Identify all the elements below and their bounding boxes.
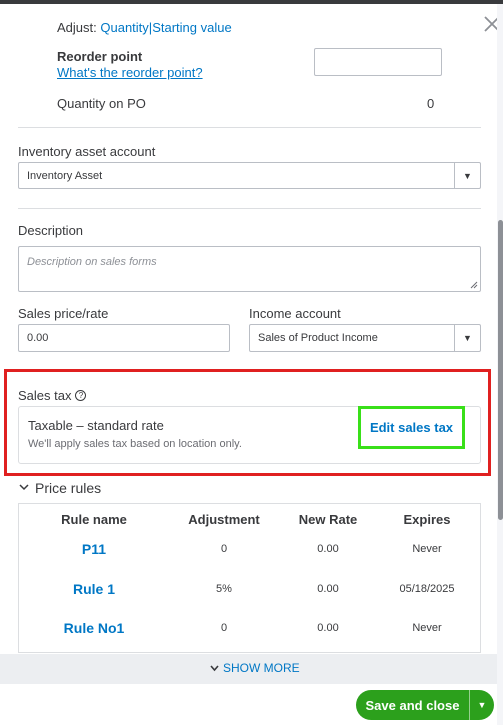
resize-handle-icon[interactable] [470,281,478,289]
inventory-asset-account-select[interactable]: Inventory Asset ▼ [18,162,481,189]
edit-sales-tax-button[interactable]: Edit sales tax [370,420,453,435]
adjust-starting-value-link[interactable]: Starting value [152,20,232,35]
column-header-rule-name: Rule name [61,512,127,527]
rule-adjustment: 0 [220,543,228,555]
chevron-down-icon [19,484,29,491]
show-more-label: SHOW MORE [223,661,300,675]
inventory-asset-account-value: Inventory Asset [27,169,103,182]
sales-tax-label-row: Sales tax ? [18,388,87,403]
description-label: Description [18,223,84,238]
sales-tax-card: Taxable – standard rate We'll apply sale… [18,406,481,464]
column-header-expires: Expires [403,512,451,527]
income-account-select[interactable]: Sales of Product Income ▼ [249,324,481,352]
rule-name-link[interactable]: Rule No1 [19,620,169,636]
description-placeholder: Description on sales forms [27,256,157,268]
rule-expires: Never [412,622,442,634]
sales-tax-subtitle: We'll apply sales tax based on location … [28,438,242,450]
rule-name-link[interactable]: Rule 1 [19,581,169,597]
price-rules-toggle[interactable]: Price rules [19,480,101,496]
help-icon[interactable]: ? [75,390,87,401]
divider [18,208,481,209]
adjust-quantity-link[interactable]: Quantity [100,20,148,35]
adjust-label: Adjust: [57,20,97,35]
sales-tax-label: Sales tax [18,388,72,403]
column-header-adjustment: Adjustment [188,512,260,527]
scrollbar-thumb[interactable] [498,220,503,520]
sales-price-input[interactable]: 0.00 [18,324,230,352]
quantity-on-po-label: Quantity on PO [57,96,146,111]
caret-down-icon[interactable]: ▼ [454,163,480,188]
income-account-label: Income account [249,306,341,321]
reorder-point-input[interactable] [314,48,442,76]
rule-name-link[interactable]: P11 [19,541,169,557]
price-rules-title: Price rules [35,480,102,496]
show-more-button[interactable]: SHOW MORE [210,661,300,675]
rule-new-rate: 0.00 [317,543,339,555]
save-and-close-label: Save and close [365,697,460,713]
rule-expires: 05/18/2025 [399,583,455,595]
inventory-asset-account-label: Inventory asset account [18,144,156,159]
rule-adjustment: 5% [216,583,232,595]
rule-expires: Never [412,543,442,555]
divider [18,127,481,128]
top-bar [0,0,503,4]
show-more-bar: SHOW MORE [0,654,497,684]
adjust-row: Adjust: Quantity|Starting value [57,20,232,35]
description-textarea[interactable]: Description on sales forms [18,246,481,292]
reorder-help-link[interactable]: What's the reorder point? [57,65,203,80]
chevron-down-icon [210,664,219,671]
sales-tax-title: Taxable – standard rate [28,418,164,433]
caret-down-icon[interactable]: ▼ [470,700,494,710]
quantity-on-po-value: 0 [427,96,435,111]
rule-new-rate: 0.00 [317,583,339,595]
income-account-value: Sales of Product Income [258,332,378,344]
caret-down-icon[interactable]: ▼ [454,325,480,351]
save-and-close-button[interactable]: Save and close ▼ [356,690,494,720]
price-rules-table: Rule name Adjustment New Rate Expires P1… [18,503,481,653]
sales-price-label: Sales price/rate [18,306,109,321]
rule-adjustment: 0 [220,622,228,634]
rule-new-rate: 0.00 [317,622,339,634]
edit-sales-tax-highlight: Edit sales tax [358,406,465,449]
column-header-new-rate: New Rate [298,512,358,527]
reorder-point-label: Reorder point [57,49,143,64]
